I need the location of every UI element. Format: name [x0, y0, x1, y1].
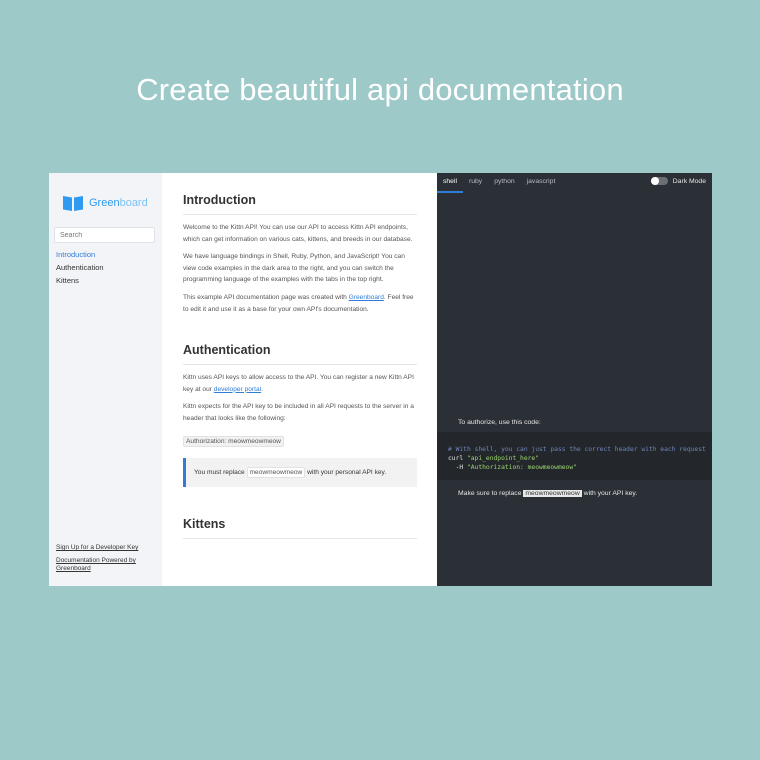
tab-python[interactable]: python: [488, 173, 520, 193]
brand-name: Greenboard: [89, 197, 148, 209]
auth-paragraph-2: Kittn expects for the API key to be incl…: [183, 403, 414, 422]
hero-headline: Create beautiful api documentation: [136, 72, 624, 107]
developer-key-link[interactable]: Sign Up for a Developer Key: [56, 544, 156, 552]
intro-paragraph-3: This example API documentation page was …: [183, 293, 414, 313]
code-endpoint-string: "api_endpoint_here": [466, 455, 539, 462]
code-header-string: "Authorization: meowmeowmeow": [466, 464, 577, 471]
book-icon: [63, 196, 83, 211]
main-content: Introduction Welcome to the Kittn API! Y…: [162, 173, 437, 586]
search-input[interactable]: [54, 227, 155, 243]
authorize-instruction: To authorize, use this code:: [458, 419, 541, 426]
code-comment: # With shell, you can just pass the corr…: [448, 446, 706, 453]
intro-paragraph-2: We have language bindings in Shell, Ruby…: [183, 253, 405, 284]
tab-ruby[interactable]: ruby: [463, 173, 488, 193]
section-title-authentication: Authentication: [183, 343, 417, 366]
section-title-introduction: Introduction: [183, 193, 417, 215]
section-title-kittens: Kittens: [183, 517, 417, 539]
greenboard-link[interactable]: Greenboard: [349, 294, 384, 301]
intro-paragraph-1: Welcome to the Kittn API! You can use ou…: [183, 224, 413, 243]
auth-header-code: Authorization: meowmeowmeow: [183, 435, 284, 447]
brand-logo[interactable]: Greenboard: [63, 195, 148, 211]
sidebar-item-kittens[interactable]: Kittens: [56, 274, 104, 287]
replace-inline-code: meowmeowmeow: [523, 490, 582, 497]
toggle-knob: [650, 177, 659, 185]
tab-shell[interactable]: shell: [437, 173, 463, 193]
api-key-notice: You must replace meowmeowmeow with your …: [183, 457, 417, 487]
notice-inline-code: meowmeowmeow: [246, 466, 306, 478]
sidebar-nav: Introduction Authentication Kittens: [56, 248, 104, 287]
sidebar-item-introduction[interactable]: Introduction: [56, 248, 104, 261]
auth-paragraph-1: Kittn uses API keys to allow access to t…: [183, 374, 414, 393]
language-tabs: shell ruby python javascript: [437, 173, 561, 193]
developer-portal-link[interactable]: developer portal: [214, 386, 261, 393]
sidebar-footer-links: Sign Up for a Developer Key Documentatio…: [56, 544, 156, 578]
powered-by-link[interactable]: Documentation Powered by Greenboard: [56, 557, 156, 573]
replace-key-note: Make sure to replace meowmeowmeow with y…: [458, 490, 638, 497]
tab-javascript[interactable]: javascript: [521, 173, 562, 193]
code-pane: shell ruby python javascript Dark Mode T…: [437, 173, 712, 586]
dark-mode-control: Dark Mode: [650, 177, 706, 185]
docs-screenshot: Greenboard Introduction Authentication K…: [49, 173, 712, 586]
sidebar-item-authentication[interactable]: Authentication: [56, 261, 104, 274]
dark-mode-label: Dark Mode: [672, 177, 706, 185]
code-block: # With shell, you can just pass the corr…: [437, 432, 712, 480]
dark-mode-toggle[interactable]: [650, 177, 668, 185]
sidebar: Greenboard Introduction Authentication K…: [49, 173, 162, 586]
